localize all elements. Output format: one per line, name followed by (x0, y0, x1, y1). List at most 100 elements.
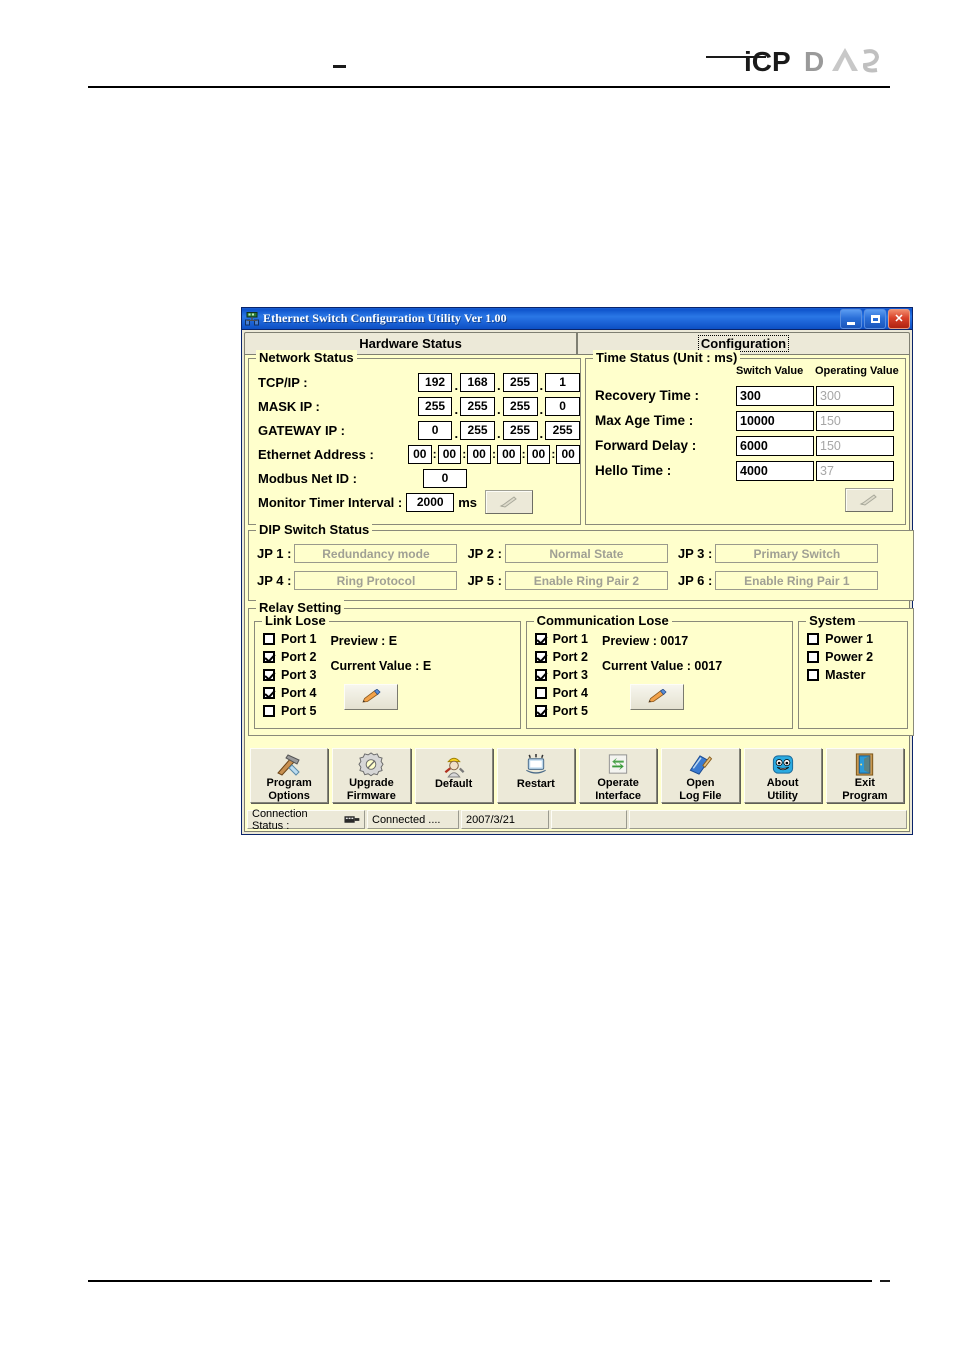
system-master-checkbox[interactable] (807, 669, 820, 681)
about-utility-button[interactable]: About Utility (743, 748, 822, 803)
system-power-2-checkbox[interactable] (807, 651, 820, 663)
communication-lose-port-3-checkbox[interactable] (534, 669, 547, 681)
exit-program-line1: Exit (854, 777, 875, 789)
network-edit-button[interactable] (485, 490, 534, 514)
link-lose-port-5-row[interactable]: Port 5 (263, 702, 316, 720)
dip-switch-row-2: JP 4 : Ring Protocol JP 5 : Enable Ring … (257, 568, 913, 593)
tcpip-octet-1[interactable]: 192 (417, 372, 453, 392)
link-lose-port-4-row[interactable]: Port 4 (263, 684, 316, 702)
communication-lose-port-4-row[interactable]: Port 4 (534, 684, 588, 702)
ethernet-address-row: Ethernet Address : 00 : 00 : 00 : 00 : 0… (258, 442, 581, 466)
communication-lose-port-3-row[interactable]: Port 3 (534, 666, 588, 684)
operate-interface-line1: Operate (597, 777, 639, 789)
communication-lose-port-2-row[interactable]: Port 2 (534, 648, 588, 666)
communication-lose-edit-button[interactable] (630, 684, 685, 710)
tab-hardware-status-label: Hardware Status (359, 336, 462, 351)
link-lose-port-2-checkbox[interactable] (263, 651, 275, 663)
communication-lose-port-5-checkbox[interactable] (534, 705, 547, 717)
restart-button[interactable]: Restart (496, 748, 575, 803)
link-lose-port-5-label: Port 5 (281, 704, 317, 718)
header-rule (88, 86, 890, 88)
default-button[interactable]: Default (414, 748, 493, 803)
maskip-octet-2[interactable]: 255 (460, 396, 495, 416)
gatewayip-row: GATEWAY IP : 0 . 255 . 255 . 255 (258, 418, 581, 442)
communication-lose-title: Communication Lose (533, 613, 672, 628)
application-window: Ethernet Switch Configuration Utility Ve… (241, 307, 914, 835)
status-cell-4 (551, 810, 627, 829)
maximize-button[interactable] (864, 309, 886, 329)
time-status-edit-button[interactable] (845, 488, 893, 512)
program-options-button[interactable]: Program Options (250, 748, 329, 803)
mac-octet-6[interactable]: 00 (556, 444, 581, 464)
jp5-label: JP 5 : (467, 573, 502, 588)
tcpip-octet-2[interactable]: 168 (460, 372, 495, 392)
max-age-time-row: Max Age Time : 10000 150 (595, 408, 905, 433)
close-button[interactable]: ✕ (888, 309, 910, 329)
link-lose-port-3-row[interactable]: Port 3 (263, 666, 316, 684)
link-lose-port-1-checkbox[interactable] (263, 633, 275, 645)
status-bar: Connection Status : Connected .... 2007/… (247, 808, 907, 832)
system-power-2-row[interactable]: Power 2 (807, 648, 907, 666)
mac-octet-2[interactable]: 00 (437, 444, 462, 464)
gatewayip-octet-2[interactable]: 255 (460, 420, 495, 440)
ip-dot: . (454, 426, 459, 441)
about-utility-line2: Utility (767, 789, 798, 802)
upgrade-firmware-button[interactable]: Upgrade Firmware (332, 748, 411, 803)
link-lose-port-2-label: Port 2 (281, 650, 317, 664)
mac-octet-5[interactable]: 00 (526, 444, 551, 464)
maskip-octet-3[interactable]: 255 (502, 396, 538, 416)
exit-program-button[interactable]: Exit Program (825, 748, 904, 803)
status-cell-5 (629, 810, 907, 829)
link-lose-port-3-checkbox[interactable] (263, 669, 275, 681)
smiley-face-icon (770, 752, 796, 777)
hello-time-switch-input[interactable]: 4000 (736, 460, 814, 481)
system-power-1-checkbox[interactable] (807, 633, 820, 645)
ethernet-switch-icon (245, 311, 259, 325)
monitor-timer-unit: ms (458, 494, 478, 510)
communication-lose-port-4-checkbox[interactable] (534, 687, 547, 699)
communication-lose-port-list: Port 1 Port 2 Port 3 Port 4 Port 5 (534, 630, 588, 720)
hammer-tools-icon (275, 752, 303, 777)
recovery-time-switch-input[interactable]: 300 (736, 385, 814, 406)
mac-octet-4[interactable]: 00 (496, 444, 521, 464)
operate-interface-button[interactable]: Operate Interface (579, 748, 658, 803)
system-power-1-row[interactable]: Power 1 (807, 630, 907, 648)
link-lose-edit-button[interactable] (344, 684, 399, 710)
maskip-octet-1[interactable]: 255 (417, 396, 453, 416)
system-master-row[interactable]: Master (807, 666, 907, 684)
link-lose-port-4-checkbox[interactable] (263, 687, 275, 699)
tcpip-octet-3[interactable]: 255 (502, 372, 538, 392)
title-bar[interactable]: Ethernet Switch Configuration Utility Ve… (242, 308, 912, 330)
window-buttons: ✕ (840, 309, 910, 329)
gatewayip-octet-1[interactable]: 0 (417, 420, 453, 440)
communication-lose-port-2-checkbox[interactable] (534, 651, 547, 663)
link-lose-port-5-checkbox[interactable] (263, 705, 275, 717)
pencil-icon (499, 496, 517, 508)
jp1-value: Redundancy mode (294, 544, 458, 563)
mac-octet-1[interactable]: 00 (407, 444, 432, 464)
system-title: System (806, 613, 859, 628)
monitor-timer-row: Monitor Timer Interval : 2000 ms (258, 490, 580, 514)
jp6-value: Enable Ring Pair 1 (715, 571, 879, 590)
link-lose-port-1-row[interactable]: Port 1 (263, 630, 316, 648)
communication-lose-port-5-row[interactable]: Port 5 (534, 702, 588, 720)
ip-dot: . (539, 426, 544, 441)
tcpip-octet-4[interactable]: 1 (545, 372, 581, 392)
network-plug-icon (344, 816, 360, 823)
maskip-octet-4[interactable]: 0 (545, 396, 581, 416)
forward-delay-switch-input[interactable]: 6000 (736, 435, 814, 456)
communication-lose-port-1-checkbox[interactable] (534, 633, 547, 645)
max-age-time-switch-input[interactable]: 10000 (736, 410, 814, 431)
modbus-net-id-input[interactable]: 0 (423, 468, 467, 488)
monitor-timer-input[interactable]: 2000 (406, 492, 455, 512)
gatewayip-octet-3[interactable]: 255 (502, 420, 538, 440)
mac-octet-3[interactable]: 00 (467, 444, 491, 464)
link-lose-port-4-label: Port 4 (281, 686, 317, 700)
communication-lose-values: Preview : 0017 Current Value : 0017 (602, 634, 722, 720)
link-lose-port-2-row[interactable]: Port 2 (263, 648, 316, 666)
jp3-label: JP 3 : (677, 546, 713, 561)
gatewayip-octet-4[interactable]: 255 (545, 420, 581, 440)
open-log-file-button[interactable]: Open Log File (661, 748, 740, 803)
communication-lose-port-1-row[interactable]: Port 1 (534, 630, 588, 648)
minimize-button[interactable] (840, 309, 862, 329)
